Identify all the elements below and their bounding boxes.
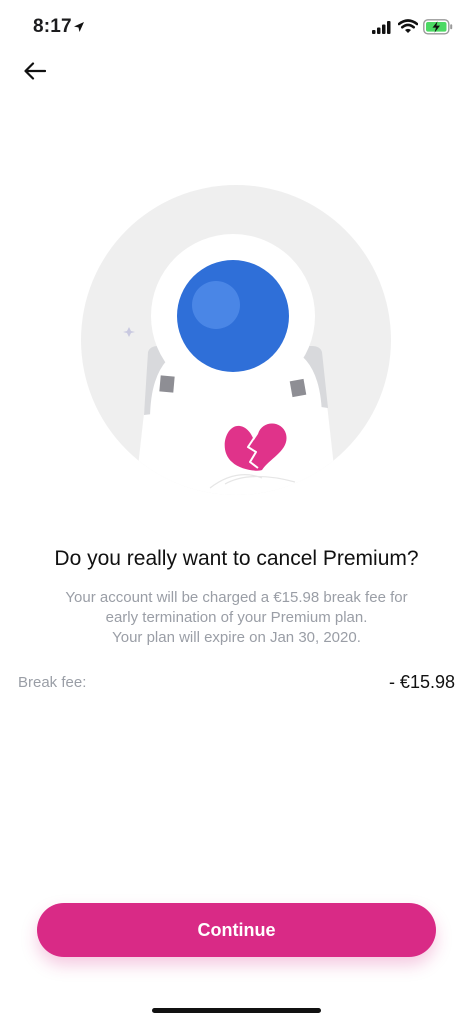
description-line: Your plan will expire on Jan 30, 2020. xyxy=(112,629,361,646)
location-arrow-icon xyxy=(73,20,85,38)
description-line: Your account will be charged a €15.98 br… xyxy=(65,589,408,606)
break-fee-label: Break fee: xyxy=(18,674,87,691)
page-title: Do you really want to cancel Premium? xyxy=(54,547,419,570)
continue-button[interactable]: Continue xyxy=(37,903,436,957)
status-bar: 8:17 xyxy=(0,0,473,56)
arrow-left-icon xyxy=(24,61,47,85)
astronaut-illustration xyxy=(0,170,473,510)
status-time: 8:17 xyxy=(33,16,72,37)
break-fee-row: Break fee: - €15.98 xyxy=(18,672,455,696)
home-indicator xyxy=(152,1008,321,1013)
break-fee-value: - €15.98 xyxy=(388,672,455,692)
wifi-icon xyxy=(397,19,419,39)
battery-charging-icon xyxy=(423,19,453,40)
signal-icon xyxy=(372,21,392,39)
back-button[interactable] xyxy=(18,58,52,88)
description: Your account will be charged a €15.98 br… xyxy=(30,588,443,648)
description-line: early termination of your Premium plan. xyxy=(105,609,368,626)
